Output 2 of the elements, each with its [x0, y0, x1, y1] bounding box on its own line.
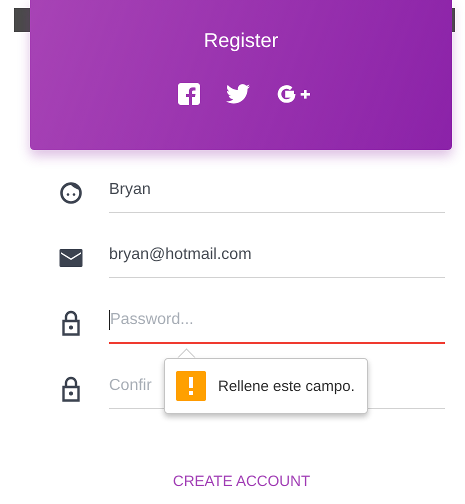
header-title: Register [204, 30, 278, 53]
tooltip-message: Rellene este campo. [218, 378, 355, 394]
